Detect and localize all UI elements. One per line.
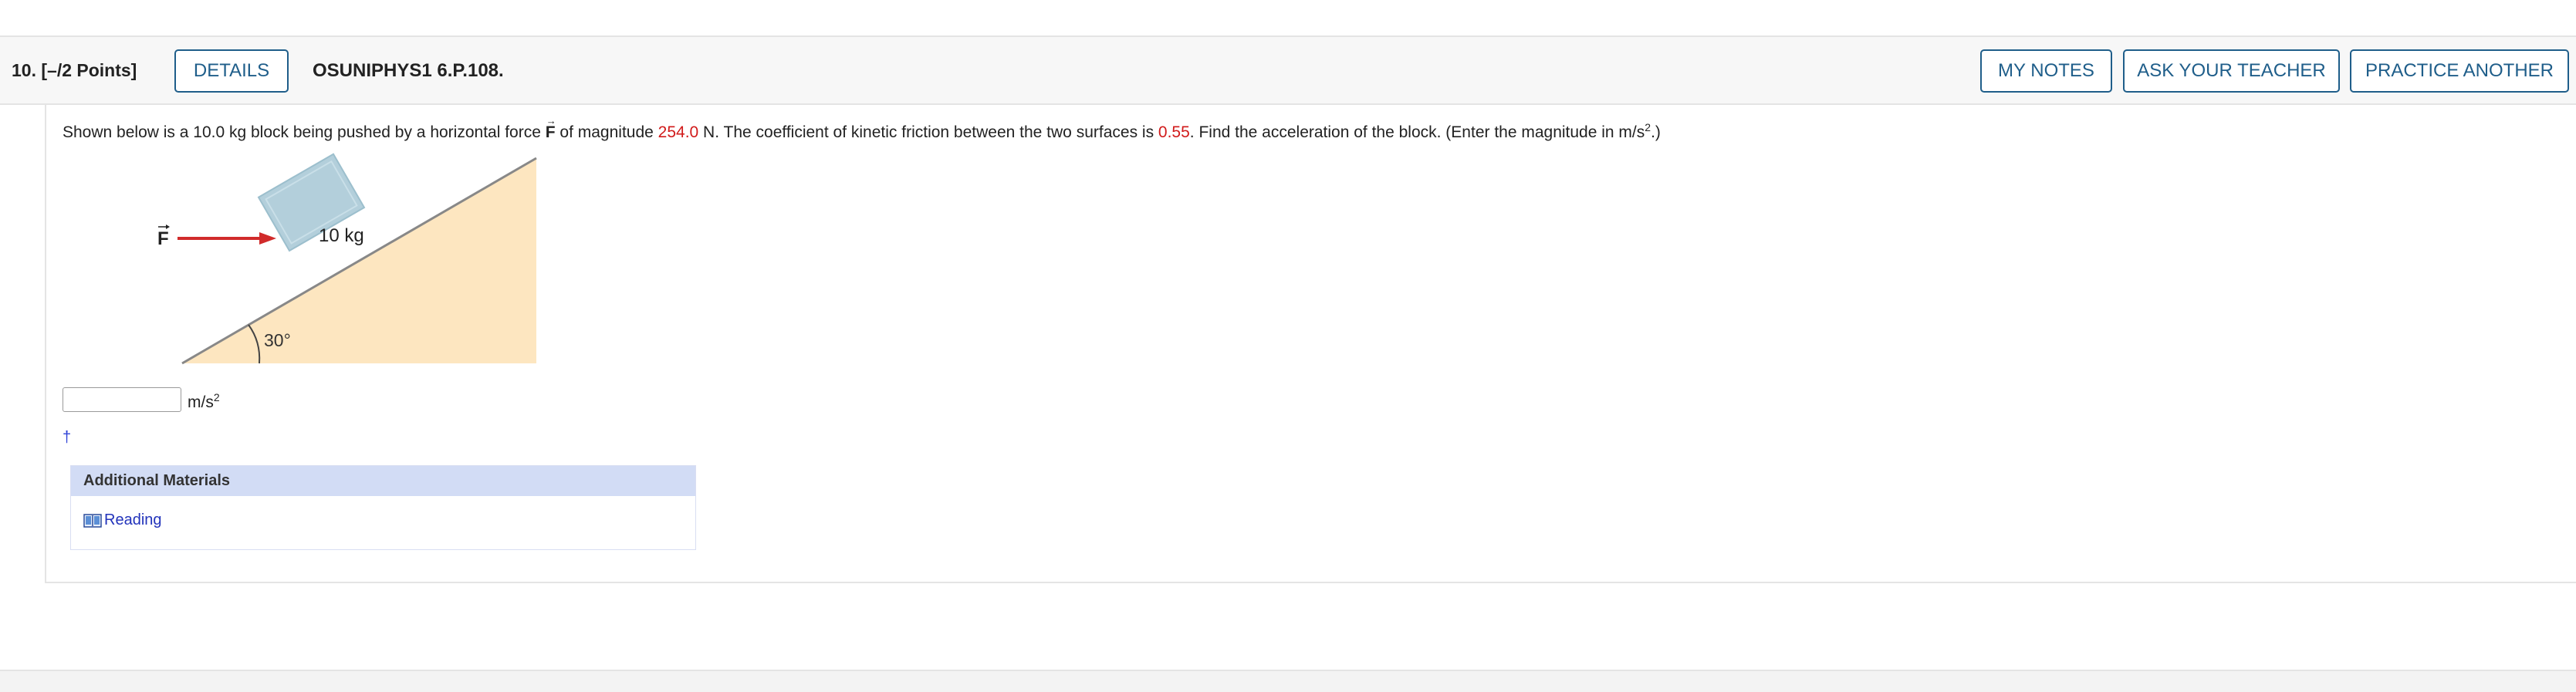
my-notes-button[interactable]: MY NOTES bbox=[1980, 49, 2112, 93]
answer-unit-exponent: 2 bbox=[213, 390, 220, 403]
angle-label: 30° bbox=[264, 330, 291, 350]
assignment-code: OSUNIPHYS1 6.P.108. bbox=[313, 60, 504, 81]
prompt-text-4: . Find the acceleration of the block. (E… bbox=[1189, 123, 1645, 141]
additional-materials-panel: Additional Materials Reading bbox=[70, 465, 696, 550]
answer-row: m/s2 bbox=[63, 387, 220, 412]
footer-bar bbox=[0, 670, 2576, 692]
force-vector-symbol: F bbox=[546, 110, 556, 144]
answer-unit: m/s2 bbox=[188, 391, 220, 412]
prompt-exponent: 2 bbox=[1645, 121, 1651, 133]
book-icon bbox=[83, 513, 102, 528]
prompt-text-1: Shown below is a 10.0 kg block being pus… bbox=[63, 123, 546, 141]
answer-input[interactable] bbox=[63, 387, 181, 412]
block-mass-label: 10 kg bbox=[319, 225, 364, 246]
prompt-text-3: N. The coefficient of kinetic friction b… bbox=[698, 123, 1158, 141]
question-prompt: Shown below is a 10.0 kg block being pus… bbox=[63, 110, 1661, 144]
dagger-marker: † bbox=[63, 429, 72, 446]
reading-link-label[interactable]: Reading bbox=[104, 511, 162, 529]
question-points: [–/2 Points] bbox=[41, 60, 137, 80]
details-button[interactable]: DETAILS bbox=[174, 49, 289, 93]
question-header: 10. [–/2 Points] DETAILS OSUNIPHYS1 6.P.… bbox=[0, 35, 2576, 105]
ask-your-teacher-button[interactable]: ASK YOUR TEACHER bbox=[2123, 49, 2340, 93]
force-label: F bbox=[157, 228, 169, 249]
prompt-text-2: of magnitude bbox=[555, 123, 658, 141]
question-number-points: 10. [–/2 Points] bbox=[12, 60, 137, 81]
friction-coefficient-value: 0.55 bbox=[1158, 123, 1190, 141]
force-arrow-head bbox=[259, 232, 276, 245]
force-magnitude-value: 254.0 bbox=[658, 123, 699, 141]
answer-unit-base: m/s bbox=[188, 393, 214, 411]
incline-figure: 10 kg F 30° bbox=[157, 153, 537, 365]
practice-another-button[interactable]: PRACTICE ANOTHER bbox=[2350, 49, 2569, 93]
question-number: 10. bbox=[12, 60, 36, 80]
additional-materials-title: Additional Materials bbox=[71, 466, 695, 496]
prompt-text-5: .) bbox=[1651, 123, 1661, 141]
reading-link[interactable]: Reading bbox=[83, 511, 162, 529]
